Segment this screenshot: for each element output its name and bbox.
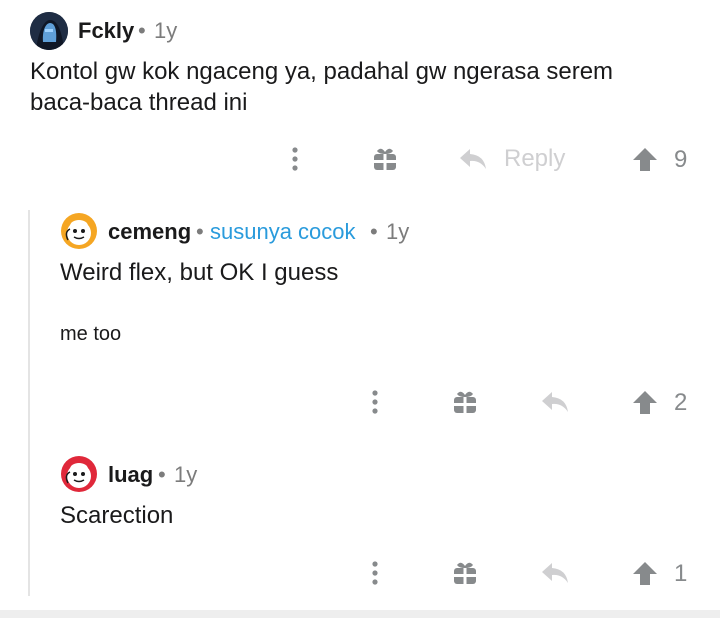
upvote-button[interactable]	[630, 387, 660, 417]
avatar[interactable]	[60, 212, 98, 250]
comment-body: Weird flex, but OK I guess	[60, 259, 339, 286]
comment-author[interactable]: cemeng	[108, 219, 191, 245]
score-count: 9	[674, 146, 688, 173]
comment-age: 1y	[174, 462, 198, 487]
more-options-button[interactable]	[360, 387, 390, 417]
more-vertical-icon	[372, 561, 378, 585]
avatar[interactable]	[60, 455, 98, 493]
meta-separator: •	[370, 219, 378, 244]
score-count: 1	[674, 560, 688, 587]
avatar[interactable]	[30, 12, 68, 50]
comment-age: 1y	[154, 18, 178, 43]
reply-button[interactable]	[538, 387, 572, 417]
section-divider	[0, 610, 720, 618]
upvote-arrow-icon	[633, 562, 657, 585]
comment-subtext: me too	[60, 323, 122, 345]
more-vertical-icon	[292, 147, 298, 171]
gift-icon	[454, 391, 476, 413]
reply-label: Reply	[504, 145, 566, 172]
reply-button[interactable]: Reply	[458, 142, 578, 176]
meta-separator: •	[158, 462, 166, 487]
meta-separator: •	[138, 18, 146, 43]
comment-author[interactable]: luag	[108, 462, 153, 488]
award-button[interactable]	[370, 144, 400, 174]
gift-icon	[454, 562, 476, 584]
reply-button[interactable]	[538, 558, 572, 588]
award-button[interactable]	[450, 387, 480, 417]
comment-body: Kontol gw kok ngaceng ya, padahal gw nge…	[30, 58, 614, 116]
upvote-button[interactable]	[630, 144, 660, 174]
meta-separator: •	[196, 219, 204, 244]
award-button[interactable]	[450, 558, 480, 588]
reply-arrow-icon	[542, 563, 568, 583]
reply-arrow-icon	[460, 149, 486, 169]
upvote-button[interactable]	[630, 558, 660, 588]
user-flair: susunya cocok	[210, 219, 356, 244]
comment-author[interactable]: Fckly	[78, 18, 134, 44]
more-options-button[interactable]	[280, 144, 310, 174]
more-vertical-icon	[372, 390, 378, 414]
comment-body: Scarection	[60, 502, 174, 529]
gift-icon	[374, 148, 396, 170]
thread-line[interactable]	[28, 210, 30, 596]
more-options-button[interactable]	[360, 558, 390, 588]
reply-arrow-icon	[542, 392, 568, 412]
score-count: 2	[674, 389, 688, 416]
upvote-arrow-icon	[633, 391, 657, 414]
comment-age: 1y	[386, 219, 410, 244]
upvote-arrow-icon	[633, 148, 657, 171]
